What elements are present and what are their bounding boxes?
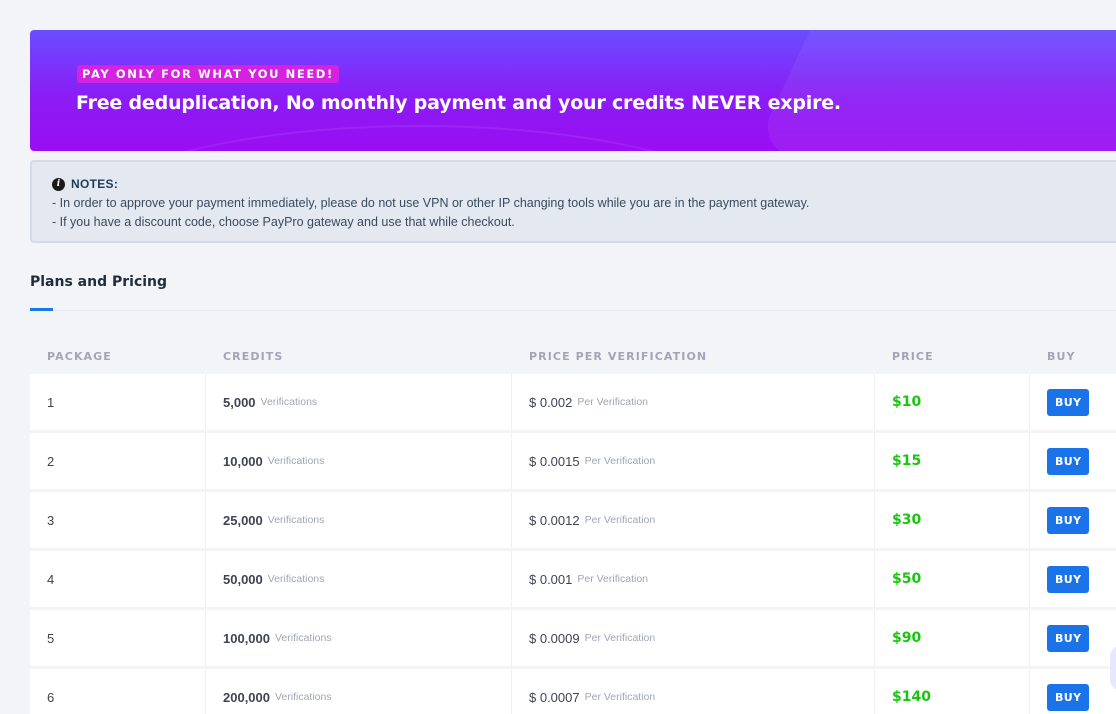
table-row-package-3: 3 25,000 Verifications $ 0.0012 Per Veri…	[30, 492, 1116, 548]
credits-amount: 200,000	[223, 689, 270, 705]
price-per-verification: $ 0.002	[529, 394, 573, 410]
table-row-package-5: 5 100,000 Verifications $ 0.0009 Per Ver…	[30, 610, 1116, 666]
package-number: 1	[47, 394, 55, 410]
price-per-verification: $ 0.0007	[529, 689, 580, 705]
buy-button[interactable]: BUY	[1047, 624, 1090, 652]
credits-amount: 10,000	[223, 453, 263, 469]
credits-unit: Verifications	[275, 691, 332, 703]
ppv-unit: Per Verification	[584, 455, 656, 467]
package-number: 5	[47, 630, 55, 646]
credits-amount: 25,000	[223, 512, 263, 528]
notes-title: NOTES:	[71, 177, 119, 191]
info-icon: i	[52, 178, 65, 191]
header-price-per-verification: PRICE PER VERIFICATION	[529, 349, 708, 363]
price-per-verification: $ 0.0015	[529, 453, 580, 469]
package-price: $30	[892, 512, 922, 528]
credits-amount: 100,000	[223, 630, 270, 646]
ppv-unit: Per Verification	[577, 396, 648, 408]
table-row-package-6: 6 200,000 Verifications $ 0.0007 Per Ver…	[30, 669, 1116, 714]
package-price: $50	[892, 571, 922, 587]
ppv-unit: Per Verification	[584, 691, 656, 703]
banner-decoration-arc	[70, 125, 770, 151]
promo-banner: PAY ONLY FOR WHAT YOU NEED! Free dedupli…	[30, 30, 1116, 151]
banner-decoration	[757, 30, 1116, 151]
credits-unit: Verifications	[267, 455, 325, 467]
credits-unit: Verifications	[275, 632, 332, 644]
buy-button[interactable]: BUY	[1047, 506, 1090, 534]
price-per-verification: $ 0.001	[529, 571, 573, 587]
table-row-package-4: 4 50,000 Verifications $ 0.001 Per Verif…	[30, 551, 1116, 607]
buy-button[interactable]: BUY	[1047, 565, 1090, 593]
table-header: PACKAGE CREDITS PRICE PER VERIFICATION P…	[30, 338, 1116, 374]
ppv-unit: Per Verification	[584, 514, 656, 526]
notes-box: i NOTES: - In order to approve your paym…	[30, 160, 1116, 243]
ppv-unit: Per Verification	[584, 632, 656, 644]
promo-badge: PAY ONLY FOR WHAT YOU NEED!	[77, 65, 339, 83]
side-widget-tab[interactable]	[1110, 645, 1116, 691]
table-row-package-2: 2 10,000 Verifications $ 0.0015 Per Veri…	[30, 433, 1116, 489]
header-price: PRICE	[892, 349, 934, 363]
header-credits: CREDITS	[223, 349, 284, 363]
credits-unit: Verifications	[260, 396, 318, 408]
notes-line-vpn: - In order to approve your payment immed…	[52, 196, 810, 210]
package-number: 6	[47, 689, 55, 705]
header-package: PACKAGE	[47, 349, 112, 363]
package-number: 4	[47, 571, 55, 587]
table-body: 1 5,000 Verifications $ 0.002 Per Verifi…	[30, 374, 1116, 714]
package-price: $140	[892, 689, 931, 705]
buy-button[interactable]: BUY	[1047, 447, 1090, 475]
buy-button[interactable]: BUY	[1047, 683, 1090, 711]
credits-unit: Verifications	[267, 514, 325, 526]
package-price: $90	[892, 630, 922, 646]
notes-title-row: i NOTES:	[52, 175, 1116, 194]
notes-line-discount: - If you have a discount code, choose Pa…	[52, 215, 515, 229]
credits-amount: 5,000	[223, 394, 256, 410]
promo-headline: Free deduplication, No monthly payment a…	[76, 92, 841, 114]
tab-plans-and-pricing[interactable]: Plans and Pricing	[30, 274, 167, 290]
table-row-package-1: 1 5,000 Verifications $ 0.002 Per Verifi…	[30, 374, 1116, 430]
header-buy: BUY	[1047, 349, 1076, 363]
ppv-unit: Per Verification	[577, 573, 648, 585]
package-price: $10	[892, 394, 922, 410]
package-price: $15	[892, 453, 922, 469]
package-number: 3	[47, 512, 55, 528]
credits-amount: 50,000	[223, 571, 263, 587]
tab-active-indicator	[30, 308, 53, 311]
pricing-table: PACKAGE CREDITS PRICE PER VERIFICATION P…	[30, 338, 1116, 714]
price-per-verification: $ 0.0009	[529, 630, 580, 646]
buy-button[interactable]: BUY	[1047, 388, 1090, 416]
pricing-page: PAY ONLY FOR WHAT YOU NEED! Free dedupli…	[30, 30, 1116, 714]
credits-unit: Verifications	[267, 573, 325, 585]
price-per-verification: $ 0.0012	[529, 512, 580, 528]
package-number: 2	[47, 453, 55, 469]
tab-bar: Plans and Pricing	[30, 274, 1116, 311]
